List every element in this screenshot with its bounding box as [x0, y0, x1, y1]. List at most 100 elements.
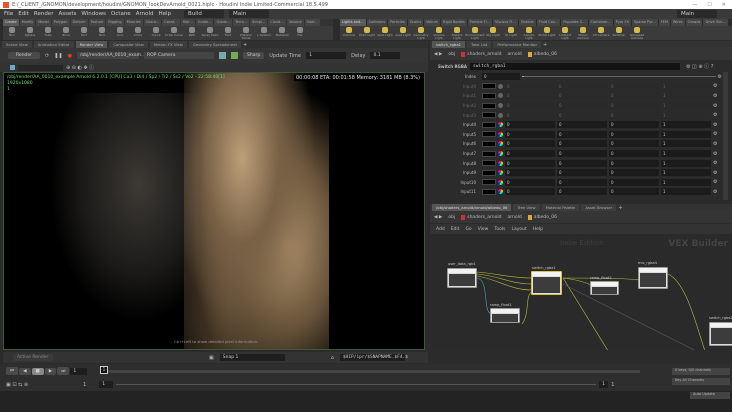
- shelf-tool[interactable]: Point Light: [358, 26, 376, 40]
- node-ramp-float2[interactable]: [590, 281, 619, 295]
- active-render-dropdown[interactable]: Active Render: [13, 354, 53, 361]
- menu-render[interactable]: Render: [34, 11, 54, 17]
- close-button[interactable]: ✕: [722, 2, 726, 8]
- net-path-shaders-arnold[interactable]: shaders_arnold: [461, 214, 502, 220]
- path-arnold[interactable]: arnold: [508, 52, 522, 57]
- shelf-tab[interactable]: Particles: [388, 19, 407, 26]
- auto-update-dropdown[interactable]: Auto Update: [690, 392, 730, 399]
- shelf-tab[interactable]: Collisions: [366, 19, 388, 26]
- color-swatch[interactable]: [482, 92, 496, 99]
- shelf-tab[interactable]: Rigging: [106, 19, 124, 26]
- shelf-tool[interactable]: GI Light: [502, 26, 520, 40]
- shelf-tab[interactable]: Drive Sim...: [703, 19, 728, 26]
- shelf-tool[interactable]: Portal Light: [538, 26, 556, 40]
- node-mix-rgba4[interactable]: [638, 267, 668, 289]
- shelf-tab[interactable]: FEM: [658, 19, 670, 26]
- shelf-tab[interactable]: Vellum: [424, 19, 441, 26]
- frame-marker[interactable]: 1: [100, 365, 108, 374]
- range-start[interactable]: 1: [83, 382, 86, 388]
- shelf-tab[interactable]: Viscous Fl...: [493, 19, 518, 26]
- play-button[interactable]: ▶: [44, 367, 57, 375]
- color-swatch[interactable]: [482, 140, 496, 147]
- gear-icon[interactable]: ⚙: [713, 151, 717, 157]
- shelf-tool[interactable]: Distant Light: [448, 26, 466, 40]
- value-field[interactable]: 0: [505, 102, 555, 110]
- gear-icon[interactable]: ⚙: [713, 160, 717, 166]
- channels-dropdown[interactable]: 0 keys, 0/0 channels: [672, 368, 730, 375]
- value-field[interactable]: 0: [609, 169, 659, 177]
- shelf-tab[interactable]: Guide...: [195, 19, 214, 26]
- menu-octane[interactable]: Octane: [111, 11, 131, 17]
- net-path-obj[interactable]: obj: [448, 215, 455, 220]
- shelf-tab[interactable]: Populate C...: [561, 19, 588, 26]
- shelf-tab[interactable]: Chara...: [143, 19, 162, 26]
- color-wheel-icon[interactable]: [498, 122, 503, 128]
- first-frame-button[interactable]: ⏮: [6, 367, 19, 375]
- shelf-tool[interactable]: File: [291, 26, 309, 40]
- tab-material-palette[interactable]: Material Palette: [541, 204, 580, 211]
- color-swatch[interactable]: [482, 131, 496, 138]
- shelf-tool[interactable]: Switcher: [610, 26, 628, 40]
- tab-composite-view[interactable]: Composite View: [109, 41, 148, 48]
- shelf-tool[interactable]: Sphere: [21, 26, 39, 40]
- color-wheel-icon[interactable]: [498, 151, 503, 157]
- desktop-dropdown[interactable]: Build: [184, 10, 225, 18]
- value-field[interactable]: 0: [557, 82, 607, 90]
- color-swatch[interactable]: [482, 150, 496, 157]
- shelf-tab[interactable]: Create: [3, 19, 19, 26]
- gear-icon[interactable]: ⚙: [713, 103, 717, 109]
- value-field[interactable]: 0: [557, 178, 607, 186]
- net-menu-tools[interactable]: Tools: [494, 227, 505, 232]
- value-field[interactable]: 0: [609, 178, 659, 186]
- snap-field[interactable]: Snap 1: [219, 354, 285, 361]
- value-field[interactable]: 0: [609, 140, 659, 148]
- color-wheel-icon[interactable]: [498, 160, 503, 166]
- shelf-tool[interactable]: Line: [111, 26, 129, 40]
- color-swatch[interactable]: [482, 169, 496, 176]
- net-path-arnold[interactable]: arnold: [508, 215, 522, 220]
- value-field[interactable]: 1: [661, 178, 711, 186]
- main-dropdown-left[interactable]: Main: [229, 10, 270, 18]
- shelf-tool[interactable]: L-System: [255, 26, 273, 40]
- shelf-tab[interactable]: Texture: [88, 19, 106, 26]
- value-field[interactable]: 0: [505, 130, 555, 138]
- sharp-dropdown[interactable]: Sharp: [243, 52, 265, 59]
- path-albedo[interactable]: albedo_06: [527, 51, 557, 57]
- color-wheel-icon[interactable]: [498, 103, 503, 109]
- index-slider[interactable]: [522, 76, 716, 78]
- back-icon[interactable]: ◀ ▶: [434, 215, 442, 220]
- gear-icon[interactable]: ⚙: [713, 189, 717, 195]
- rop-dropdown[interactable]: /obj/render/AA_0010_exam...: [77, 52, 145, 59]
- value-field[interactable]: 0: [505, 178, 555, 186]
- shelf-tab[interactable]: Wires: [670, 19, 685, 26]
- net-path-albedo[interactable]: albedo_06: [527, 214, 557, 220]
- current-frame-field[interactable]: 1: [70, 367, 88, 375]
- shelf-tab[interactable]: Modify: [19, 19, 36, 26]
- shelf-tool[interactable]: Draw Curve: [165, 26, 183, 40]
- value-field[interactable]: 1: [661, 82, 711, 90]
- network-editor[interactable]: Indie Edition VEX Builder user_data_rgb1…: [430, 234, 732, 350]
- value-field[interactable]: 0: [609, 121, 659, 129]
- shelf-tab[interactable]: Guide...: [214, 19, 233, 26]
- menu-arnold[interactable]: Arnold: [136, 11, 154, 17]
- zoom-icons[interactable]: ⊕ ⊖ ◐ ✥ ⓘ: [66, 64, 94, 71]
- shelf-tab[interactable]: Model: [36, 19, 51, 26]
- node-switch-rgba1[interactable]: [531, 271, 562, 295]
- value-field[interactable]: 0: [557, 150, 607, 158]
- gear-icon[interactable]: ⚙: [713, 170, 717, 176]
- stop-icon[interactable]: ●: [68, 53, 72, 59]
- tab-animation-editor[interactable]: Animation Editor: [33, 41, 74, 48]
- value-field[interactable]: 1: [661, 169, 711, 177]
- shelf-tab[interactable]: Lights and...: [340, 19, 366, 26]
- delay-field[interactable]: 0.1: [370, 52, 401, 59]
- tab-render-view[interactable]: Render View: [75, 41, 108, 48]
- value-field[interactable]: 0: [557, 130, 607, 138]
- value-field[interactable]: 1: [661, 102, 711, 110]
- value-field[interactable]: 0: [609, 92, 659, 100]
- timeline-slider[interactable]: 1: [100, 365, 641, 374]
- pause-icon[interactable]: ❚❚: [54, 53, 62, 59]
- shelf-tool[interactable]: Geometry Light: [412, 26, 430, 40]
- value-field[interactable]: 0: [557, 188, 607, 196]
- node-name-field[interactable]: switch_rgba1: [469, 62, 680, 70]
- value-field[interactable]: 0: [609, 102, 659, 110]
